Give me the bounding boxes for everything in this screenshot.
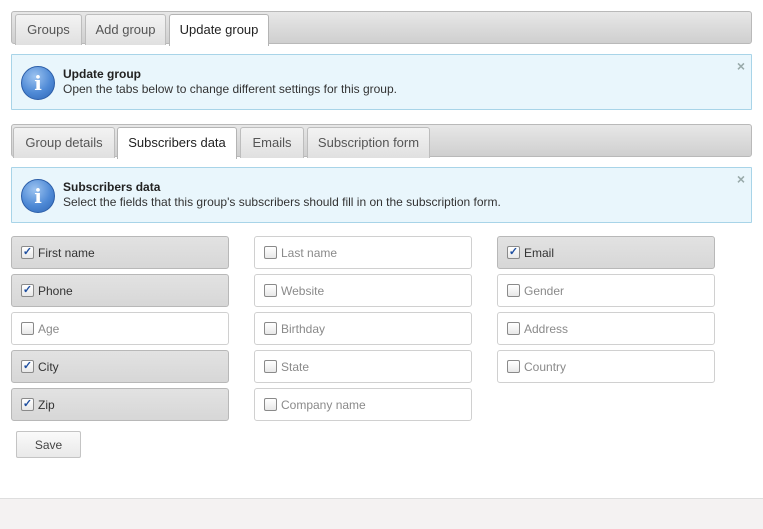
checkbox[interactable] [264,360,277,373]
field-country[interactable]: Country [497,350,715,383]
field-age[interactable]: Age [11,312,229,345]
field-label: Company name [281,398,366,412]
field-label: Last name [281,246,338,260]
field-last-name[interactable]: Last name [254,236,472,269]
checkbox[interactable] [507,284,520,297]
tab-emails[interactable]: Emails [240,127,304,158]
checkbox-checked[interactable]: ✓ [21,284,34,297]
field-phone[interactable]: ✓ Phone [11,274,229,307]
checkbox[interactable] [21,322,34,335]
checkbox[interactable] [507,322,520,335]
tab-add-group[interactable]: Add group [85,14,166,45]
subscribers-data-info-box: i Subscribers data Select the fields tha… [11,167,752,223]
info-title: Update group [63,67,141,81]
field-label: Country [524,360,567,374]
tab-update-group[interactable]: Update group [169,14,269,46]
field-label: State [281,360,310,374]
field-label: Phone [38,284,73,298]
main-tab-bar: Groups Add group Update group [11,11,752,46]
save-button[interactable]: Save [16,431,81,458]
field-city[interactable]: ✓ City [11,350,229,383]
checkbox-checked[interactable]: ✓ [21,360,34,373]
field-label: Birthday [281,322,326,336]
field-state[interactable]: State [254,350,472,383]
tab-groups[interactable]: Groups [15,14,82,45]
field-label: Address [524,322,569,336]
checkbox[interactable] [264,398,277,411]
info-text: Open the tabs below to change different … [63,82,397,96]
info-text: Select the fields that this group's subs… [63,195,501,209]
field-birthday[interactable]: Birthday [254,312,472,345]
checkbox[interactable] [507,360,520,373]
group-settings-tab-bar: Group details Subscribers data Emails Su… [11,124,752,159]
field-label: Website [281,284,325,298]
field-label: Email [524,246,555,260]
checkbox[interactable] [264,322,277,335]
field-label: Gender [524,284,565,298]
tab-subscribers-data[interactable]: Subscribers data [117,127,237,159]
field-label: Age [38,322,60,336]
field-label: City [38,360,59,374]
checkbox-checked[interactable]: ✓ [21,246,34,259]
field-website[interactable]: Website [254,274,472,307]
checkbox[interactable] [264,284,277,297]
checkbox-checked[interactable]: ✓ [21,398,34,411]
info-icon: i [21,66,55,100]
field-first-name[interactable]: ✓ First name [11,236,229,269]
field-label: Zip [38,398,55,412]
field-company-name[interactable]: Company name [254,388,472,421]
field-zip[interactable]: ✓ Zip [11,388,229,421]
tab-subscription-form[interactable]: Subscription form [307,127,430,158]
close-icon[interactable]: × [737,171,745,187]
info-title: Subscribers data [63,180,161,194]
info-icon: i [21,179,55,213]
page-footer-area [0,498,763,529]
field-address[interactable]: Address [497,312,715,345]
field-gender[interactable]: Gender [497,274,715,307]
field-email[interactable]: ✓ Email [497,236,715,269]
close-icon[interactable]: × [737,58,745,74]
checkbox-checked[interactable]: ✓ [507,246,520,259]
update-group-info-box: i Update group Open the tabs below to ch… [11,54,752,110]
tab-group-details[interactable]: Group details [13,127,115,158]
checkbox[interactable] [264,246,277,259]
field-label: First name [38,246,95,260]
